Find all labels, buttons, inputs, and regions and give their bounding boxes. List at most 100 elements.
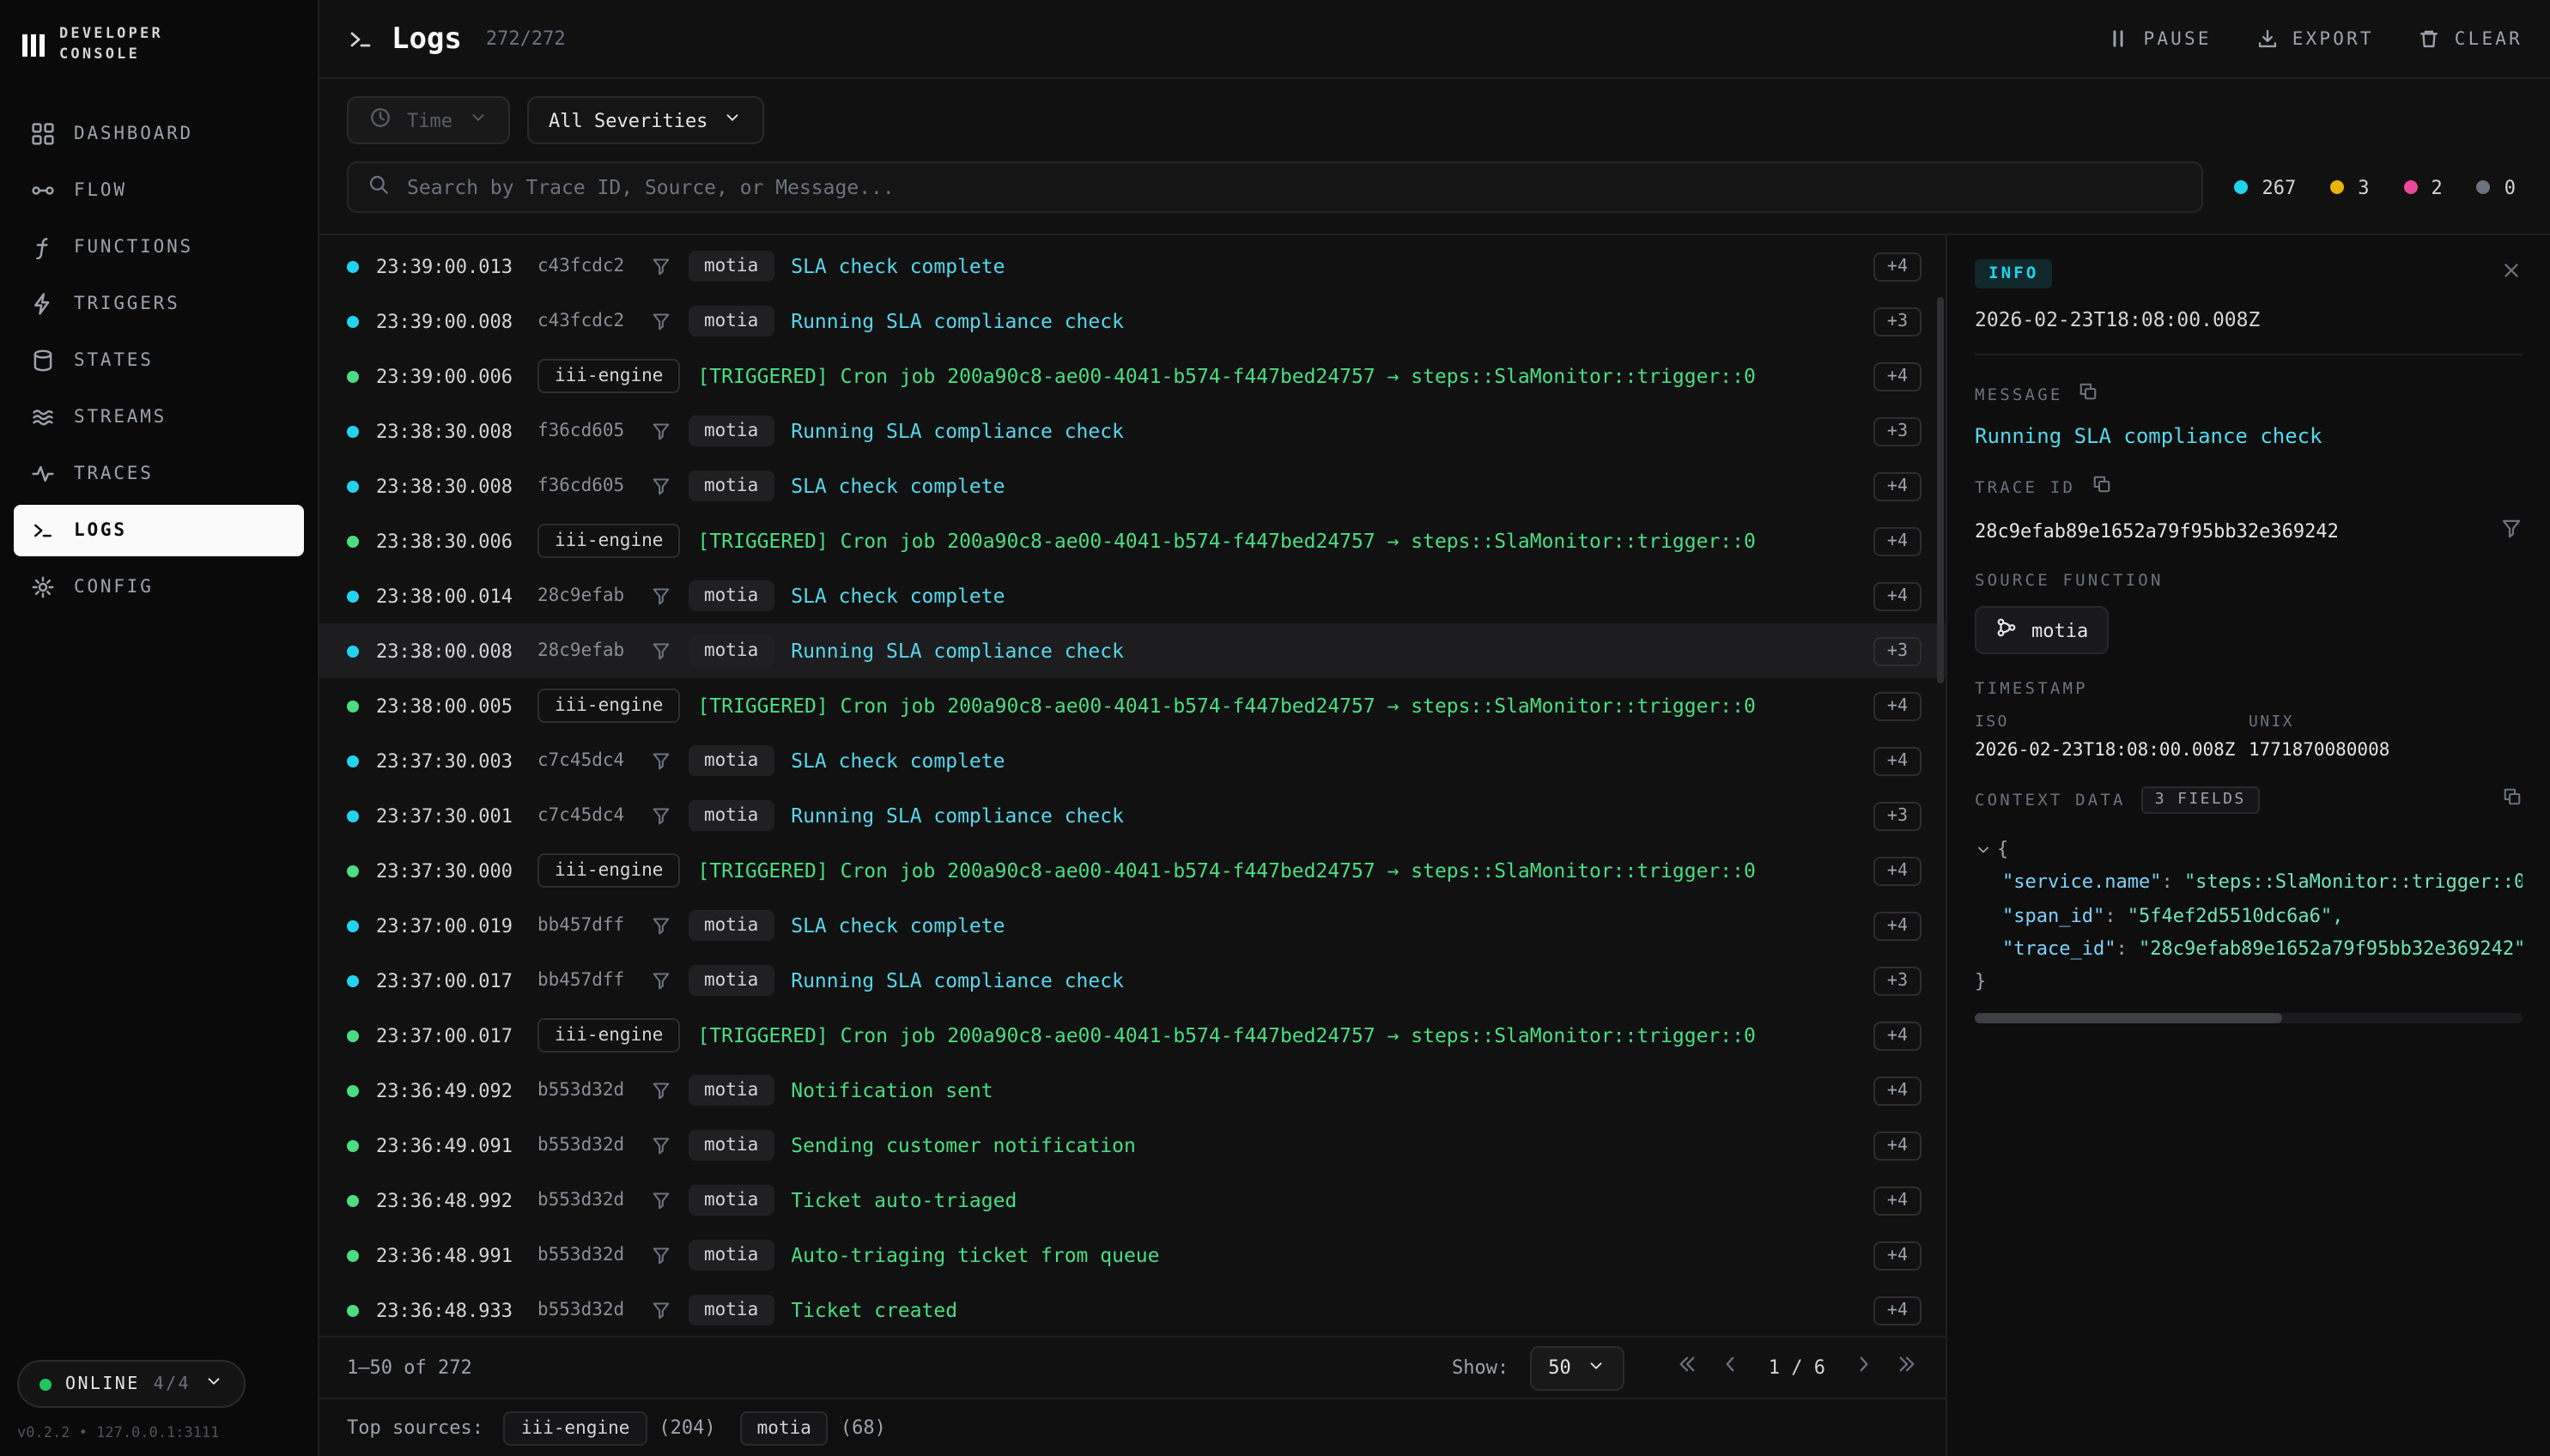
sidebar-item-config[interactable]: CONFIG <box>14 561 304 613</box>
more-fields-badge[interactable]: +4 <box>1873 1295 1922 1325</box>
filter-by-trace-button[interactable] <box>651 1245 671 1265</box>
log-row[interactable]: 23:37:00.017bb457dffmotiaRunning SLA com… <box>319 953 1946 1008</box>
sidebar-item-triggers[interactable]: TRIGGERS <box>14 278 304 330</box>
search-input[interactable] <box>407 175 2183 199</box>
more-fields-badge[interactable]: +4 <box>1873 911 1922 940</box>
filter-by-trace-button[interactable] <box>651 805 671 826</box>
filter-by-trace-button[interactable] <box>651 970 671 991</box>
copy-context-button[interactable] <box>2502 786 2523 814</box>
severity-count-warn[interactable]: 3 <box>2330 176 2369 198</box>
source-badge[interactable]: motia <box>689 635 774 666</box>
source-badge[interactable]: iii-engine <box>537 853 680 888</box>
log-row[interactable]: 23:36:48.992b553d32dmotiaTicket auto-tri… <box>319 1173 1946 1228</box>
source-badge[interactable]: motia <box>689 1240 774 1271</box>
source-badge[interactable]: motia <box>689 1185 774 1216</box>
last-page-button[interactable] <box>1896 1353 1918 1382</box>
top-source-motia[interactable]: motia(68) <box>740 1410 886 1445</box>
source-badge[interactable]: motia <box>689 306 774 337</box>
prev-page-button[interactable] <box>1719 1353 1741 1382</box>
filter-by-trace-button[interactable] <box>651 1080 671 1101</box>
more-fields-badge[interactable]: +4 <box>1873 1131 1922 1160</box>
more-fields-badge[interactable]: +4 <box>1873 361 1922 391</box>
pause-button[interactable]: PAUSE <box>2108 27 2212 50</box>
log-row[interactable]: 23:38:00.00828c9efabmotiaRunning SLA com… <box>319 623 1946 678</box>
source-badge[interactable]: iii-engine <box>537 1018 680 1053</box>
log-row[interactable]: 23:36:49.091b553d32dmotiaSending custome… <box>319 1118 1946 1173</box>
log-row[interactable]: 23:39:00.013c43fcdc2motiaSLA check compl… <box>319 239 1946 294</box>
filter-by-trace-button[interactable] <box>2500 517 2523 546</box>
top-source-iii-engine[interactable]: iii-engine(204) <box>504 1410 716 1445</box>
source-badge[interactable]: motia <box>689 965 774 996</box>
filter-by-trace-button[interactable] <box>651 1190 671 1210</box>
source-badge[interactable]: motia <box>689 580 774 611</box>
filter-by-trace-button[interactable] <box>651 1300 671 1320</box>
log-row[interactable]: 23:38:30.008f36cd605motiaRunning SLA com… <box>319 403 1946 458</box>
log-row[interactable]: 23:37:30.003c7c45dc4motiaSLA check compl… <box>319 733 1946 788</box>
sidebar-item-flow[interactable]: FLOW <box>14 165 304 216</box>
sidebar-item-traces[interactable]: TRACES <box>14 448 304 500</box>
log-row[interactable]: 23:38:30.006iii-engine[TRIGGERED] Cron j… <box>319 513 1946 568</box>
source-badge[interactable]: motia <box>689 416 774 446</box>
json-root-toggle[interactable]: { <box>1975 833 2523 866</box>
more-fields-badge[interactable]: +3 <box>1873 966 1922 995</box>
export-button[interactable]: EXPORT <box>2256 27 2374 50</box>
horizontal-scrollbar-thumb[interactable] <box>1975 1014 2281 1024</box>
more-fields-badge[interactable]: +4 <box>1873 581 1922 610</box>
sidebar-item-states[interactable]: STATES <box>14 335 304 386</box>
log-row[interactable]: 23:38:00.005iii-engine[TRIGGERED] Cron j… <box>319 678 1946 733</box>
source-badge[interactable]: motia <box>689 1295 774 1326</box>
source-badge[interactable]: motia <box>689 910 774 941</box>
source-badge[interactable]: iii-engine <box>537 359 680 393</box>
log-row[interactable]: 23:36:49.092b553d32dmotiaNotification se… <box>319 1063 1946 1118</box>
filter-by-trace-button[interactable] <box>651 750 671 771</box>
more-fields-badge[interactable]: +4 <box>1873 746 1922 775</box>
more-fields-badge[interactable]: +4 <box>1873 691 1922 720</box>
severity-count-other[interactable]: 0 <box>2477 176 2516 198</box>
copy-message-button[interactable] <box>2079 381 2099 409</box>
filter-by-trace-button[interactable] <box>651 640 671 661</box>
more-fields-badge[interactable]: +4 <box>1873 1021 1922 1050</box>
source-badge[interactable]: iii-engine <box>537 524 680 558</box>
filter-by-trace-button[interactable] <box>651 311 671 331</box>
more-fields-badge[interactable]: +4 <box>1873 856 1922 885</box>
source-badge[interactable]: motia <box>689 1075 774 1106</box>
horizontal-scrollbar[interactable] <box>1975 1014 2523 1024</box>
source-badge[interactable]: motia <box>689 251 774 282</box>
clear-button[interactable]: CLEAR <box>2419 27 2523 50</box>
log-row[interactable]: 23:39:00.008c43fcdc2motiaRunning SLA com… <box>319 294 1946 349</box>
log-row[interactable]: 23:37:00.019bb457dffmotiaSLA check compl… <box>319 898 1946 953</box>
log-row[interactable]: 23:37:30.000iii-engine[TRIGGERED] Cron j… <box>319 843 1946 898</box>
source-badge[interactable]: motia <box>689 800 774 831</box>
more-fields-badge[interactable]: +4 <box>1873 1076 1922 1105</box>
more-fields-badge[interactable]: +4 <box>1873 1241 1922 1270</box>
more-fields-badge[interactable]: +4 <box>1873 471 1922 500</box>
source-badge[interactable]: motia <box>689 1130 774 1161</box>
time-filter-dropdown[interactable]: Time <box>347 96 509 144</box>
source-badge[interactable]: motia <box>689 745 774 776</box>
log-row[interactable]: 23:37:30.001c7c45dc4motiaRunning SLA com… <box>319 788 1946 843</box>
severity-filter-dropdown[interactable]: All Severities <box>526 96 764 144</box>
filter-by-trace-button[interactable] <box>651 585 671 606</box>
online-status-chip[interactable]: ONLINE 4/4 <box>17 1360 246 1408</box>
severity-count-error[interactable]: 2 <box>2404 176 2443 198</box>
log-row[interactable]: 23:38:00.01428c9efabmotiaSLA check compl… <box>319 568 1946 623</box>
next-page-button[interactable] <box>1853 1353 1875 1382</box>
copy-trace-button[interactable] <box>2091 474 2111 501</box>
first-page-button[interactable] <box>1676 1353 1698 1382</box>
severity-count-info[interactable]: 267 <box>2235 176 2297 198</box>
log-row[interactable]: 23:39:00.006iii-engine[TRIGGERED] Cron j… <box>319 349 1946 403</box>
log-row[interactable]: 23:36:48.991b553d32dmotiaAuto-triaging t… <box>319 1228 1946 1283</box>
filter-by-trace-button[interactable] <box>651 421 671 441</box>
more-fields-badge[interactable]: +3 <box>1873 306 1922 336</box>
more-fields-badge[interactable]: +4 <box>1873 526 1922 555</box>
more-fields-badge[interactable]: +4 <box>1873 252 1922 281</box>
filter-by-trace-button[interactable] <box>651 915 671 936</box>
more-fields-badge[interactable]: +3 <box>1873 636 1922 665</box>
page-size-select[interactable]: 50 <box>1529 1345 1624 1390</box>
source-badge[interactable]: motia <box>689 470 774 501</box>
log-row[interactable]: 23:37:00.017iii-engine[TRIGGERED] Cron j… <box>319 1008 1946 1063</box>
close-detail-button[interactable] <box>2500 259 2523 288</box>
log-row[interactable]: 23:36:48.933b553d32dmotiaTicket created+… <box>319 1283 1946 1336</box>
more-fields-badge[interactable]: +3 <box>1873 801 1922 830</box>
sidebar-item-functions[interactable]: FUNCTIONS <box>14 221 304 273</box>
